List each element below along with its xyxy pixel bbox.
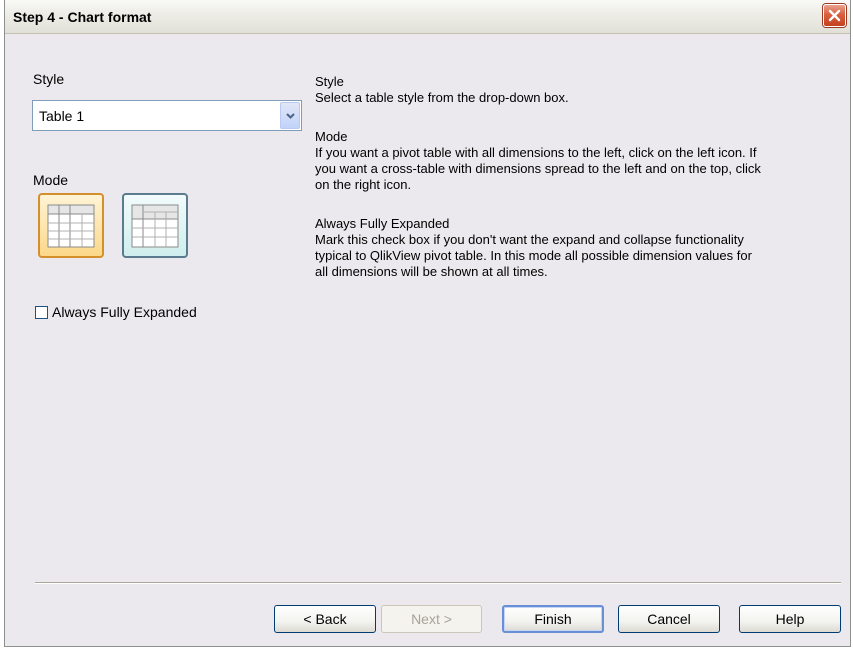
mode-label: Mode xyxy=(33,172,69,188)
finish-button[interactable]: Finish xyxy=(502,605,604,633)
dialog-window: Step 4 - Chart format Style Table 1 Mode xyxy=(4,0,851,647)
help-mode-heading: Mode xyxy=(315,129,348,144)
dropdown-arrow-button[interactable] xyxy=(280,102,300,129)
mode-cross-table-button[interactable] xyxy=(122,193,188,258)
help-mode-text-line: on the right icon. xyxy=(315,177,412,192)
cross-table-icon xyxy=(131,204,179,247)
help-mode-text-line: you want a cross-table with dimensions s… xyxy=(315,161,761,176)
help-mode-text-line: If you want a pivot table with all dimen… xyxy=(315,145,757,160)
mode-pivot-button[interactable] xyxy=(38,193,104,258)
help-expand-text-line: all dimensions will be shown at all time… xyxy=(315,264,548,279)
help-style-heading: Style xyxy=(315,74,344,89)
close-button[interactable] xyxy=(823,4,846,27)
help-mode-section: Mode If you want a pivot table with all … xyxy=(315,129,845,193)
pivot-table-icon xyxy=(47,204,95,247)
help-expand-text-line: typical to QlikView pivot table. In this… xyxy=(315,248,752,263)
always-expanded-checkbox[interactable] xyxy=(35,305,48,319)
window-title: Step 4 - Chart format xyxy=(13,9,152,25)
help-expand-section: Always Fully Expanded Mark this check bo… xyxy=(315,216,845,280)
always-expanded-row[interactable]: Always Fully Expanded xyxy=(35,303,197,321)
help-button[interactable]: Help xyxy=(739,605,841,633)
help-style-section: Style Select a table style from the drop… xyxy=(315,74,845,106)
close-icon xyxy=(828,9,841,22)
next-button[interactable]: Next > xyxy=(381,605,482,633)
back-button[interactable]: < Back xyxy=(274,605,376,633)
style-dropdown[interactable]: Table 1 xyxy=(32,100,302,131)
always-expanded-label[interactable]: Always Fully Expanded xyxy=(52,304,197,320)
chevron-down-icon xyxy=(285,112,295,119)
help-expand-heading: Always Fully Expanded xyxy=(315,216,450,231)
help-expand-text-line: Mark this check box if you don't want th… xyxy=(315,232,744,247)
button-separator xyxy=(35,582,841,584)
help-style-text: Select a table style from the drop-down … xyxy=(315,90,569,105)
cancel-button[interactable]: Cancel xyxy=(618,605,720,633)
style-label: Style xyxy=(33,71,65,87)
style-dropdown-value: Table 1 xyxy=(39,108,85,124)
title-bar: Step 4 - Chart format xyxy=(5,0,850,34)
